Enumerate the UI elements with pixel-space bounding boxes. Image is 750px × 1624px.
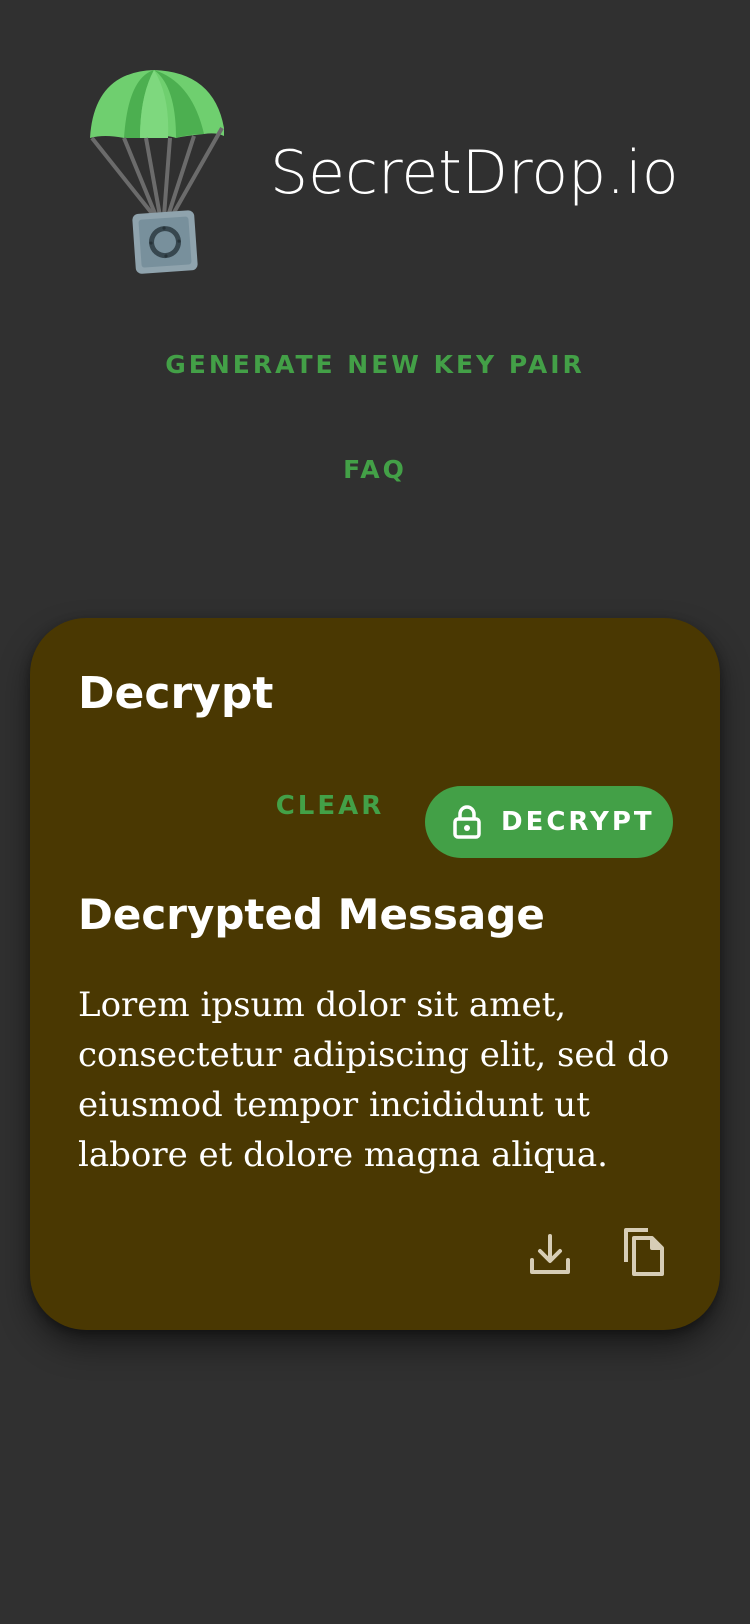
page: SecretDrop.io GENERATE NEW KEY PAIR FAQ … (0, 0, 750, 1624)
app-title: SecretDrop.io (270, 138, 679, 208)
faq-link[interactable]: FAQ (0, 455, 750, 484)
decrypt-card: Decrypt CLEAR DECRYPT Decrypted Message … (30, 618, 720, 1330)
clear-button[interactable]: CLEAR (260, 786, 400, 826)
decrypt-button-label: DECRYPT (501, 807, 655, 837)
lock-icon (453, 805, 481, 839)
card-title: Decrypt (78, 668, 274, 719)
parachute-safe-icon (84, 66, 236, 286)
decrypted-message-text: Lorem ipsum dolor sit amet, consectetur … (78, 985, 670, 1175)
decrypted-message-title: Decrypted Message (78, 890, 545, 939)
decrypt-button[interactable]: DECRYPT (425, 786, 673, 858)
copy-icon[interactable] (620, 1226, 668, 1276)
generate-key-pair-link[interactable]: GENERATE NEW KEY PAIR (0, 350, 750, 379)
download-icon[interactable] (526, 1230, 574, 1278)
